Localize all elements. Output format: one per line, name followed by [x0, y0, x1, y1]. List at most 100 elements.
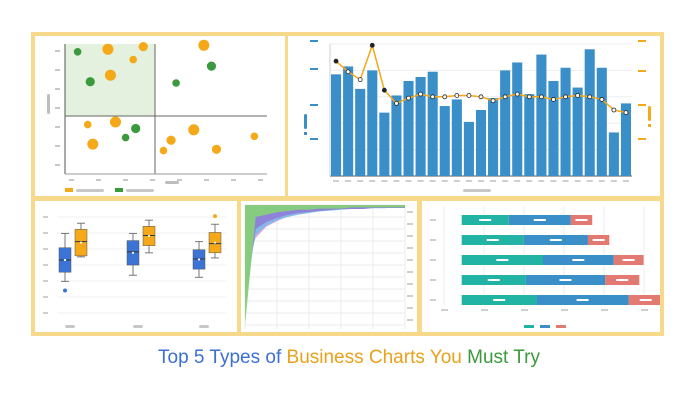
scatter-point: [166, 135, 176, 145]
x-tick-mark: [417, 180, 424, 182]
y-tick-mark: [43, 216, 48, 218]
legend-swatch-salmon: [556, 325, 566, 328]
scatter-quadrant-chart: [47, 39, 267, 192]
trend-point: [466, 93, 472, 98]
bar: [367, 70, 378, 176]
bar-segment-label-placeholder: [572, 259, 585, 261]
bar: [512, 62, 523, 177]
trend-point: [623, 110, 629, 116]
x-tick-mark: [177, 179, 182, 181]
legend-swatch-teal: [524, 325, 534, 328]
x-tick-mark: [231, 179, 236, 181]
right-axis-title-dot: [648, 124, 651, 127]
y-tick-mark: [55, 50, 60, 52]
y-tick-mark: [43, 296, 48, 298]
x-tick-mark: [550, 180, 557, 182]
y-tick-mark: [407, 307, 413, 309]
figure-collage: [31, 32, 664, 336]
bar-segment-label-placeholder: [493, 299, 506, 301]
x-tick-mark: [465, 180, 472, 182]
bar: [391, 95, 402, 176]
trend-point: [538, 94, 544, 100]
bar: [331, 74, 342, 176]
scatter-point: [172, 79, 180, 87]
x-axis-title-placeholder: [165, 181, 179, 184]
trend-point: [599, 97, 605, 102]
left-axis-title-dot: [304, 132, 307, 135]
y-tick-mark: [430, 299, 436, 301]
x-tick-mark: [574, 180, 581, 182]
x-tick-mark: [96, 179, 101, 181]
x-tick-mark: [369, 180, 376, 182]
box-mean: [213, 241, 217, 244]
gantt-bar-panel: [422, 201, 660, 332]
scatter-point: [131, 123, 141, 134]
box-mean: [79, 241, 83, 244]
bar: [500, 70, 511, 176]
y-tick-mark: [407, 283, 413, 285]
right-axis-tick: [638, 104, 646, 106]
scatter-point: [211, 144, 222, 154]
y-tick-mark: [407, 319, 413, 321]
bar: [475, 110, 487, 176]
x-axis-title-placeholder: [463, 189, 491, 192]
x-tick-mark: [405, 180, 412, 182]
legend-label-placeholder: [126, 189, 154, 192]
bar: [536, 54, 547, 176]
y-tick-mark: [43, 312, 48, 314]
bar-segment-label-placeholder: [559, 279, 572, 281]
bar-line-chart: [304, 40, 651, 192]
box-mean: [197, 258, 201, 261]
scatter-point: [87, 138, 99, 150]
box-plot-panel: [35, 201, 237, 332]
x-tick-mark: [429, 180, 436, 182]
y-tick-mark: [407, 211, 413, 213]
bar-segment-label-placeholder: [639, 299, 652, 301]
bar: [524, 94, 535, 176]
x-tick-label-placeholder: [65, 325, 75, 328]
box-mean: [131, 251, 135, 254]
y-axis-title-placeholder: [47, 94, 50, 114]
bar: [488, 98, 499, 176]
horizontal-stacked-bar-chart: [430, 207, 660, 328]
scatter-point: [206, 61, 217, 71]
legend-label-placeholder: [76, 189, 104, 192]
bar-segment-label-placeholder: [549, 239, 562, 241]
y-tick-mark: [55, 145, 60, 147]
title-part-1: Top 5 Types of: [158, 347, 287, 368]
trend-point: [333, 58, 339, 64]
bar-segment-label-placeholder: [496, 259, 509, 261]
y-tick-mark: [55, 88, 60, 90]
scatter-point: [110, 116, 121, 128]
trend-point: [490, 98, 496, 104]
x-tick-mark: [481, 309, 488, 311]
title-part-2: Business Charts: [286, 347, 430, 368]
bar: [608, 132, 619, 176]
trend-point: [587, 94, 593, 100]
scatter-quadrant-panel: [35, 36, 285, 196]
stacked-area-chart: [244, 204, 413, 329]
bar: [572, 87, 583, 176]
trend-point: [406, 95, 411, 101]
trend-point: [611, 107, 617, 113]
trend-point: [514, 91, 520, 97]
box-outlier: [63, 288, 67, 293]
x-tick-mark: [150, 179, 155, 181]
y-tick-mark: [55, 126, 60, 128]
bar-segment-label-placeholder: [479, 219, 492, 221]
bar-segment-label-placeholder: [575, 219, 588, 221]
box-mean: [147, 234, 151, 238]
legend-swatch-green: [115, 188, 123, 192]
y-tick-mark: [407, 223, 413, 225]
trend-point: [430, 94, 436, 100]
bar-segment-label-placeholder: [616, 279, 629, 281]
trend-point: [526, 94, 532, 100]
x-tick-mark: [561, 309, 568, 311]
left-axis-tick: [310, 138, 318, 140]
trend-point: [575, 93, 581, 98]
x-tick-mark: [258, 179, 263, 181]
scatter-point: [73, 48, 82, 56]
left-axis-tick: [310, 68, 318, 70]
trend-point: [551, 97, 556, 102]
bar: [463, 121, 474, 176]
